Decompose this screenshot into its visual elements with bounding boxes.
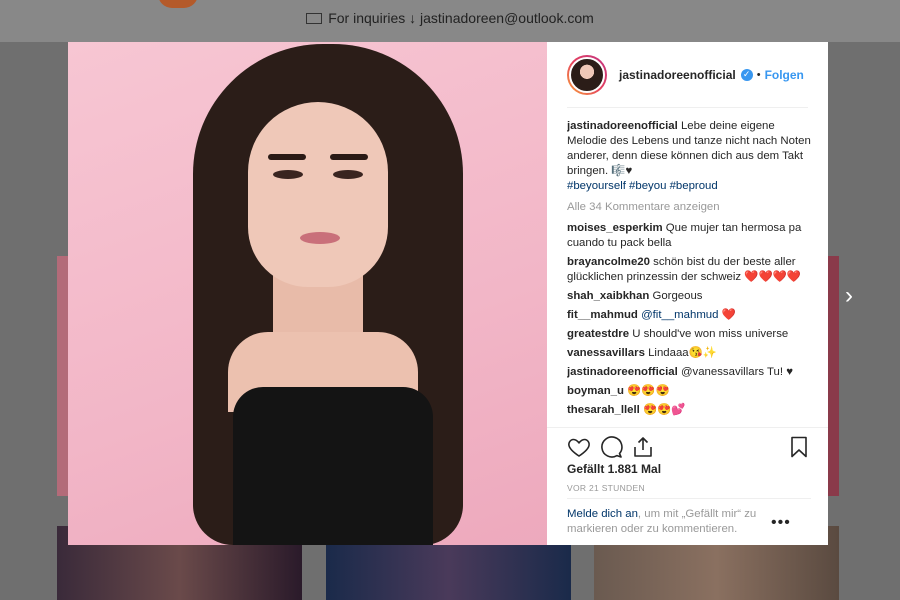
photo-face xyxy=(248,102,388,287)
comment-username[interactable]: vanessavillars xyxy=(567,347,645,359)
background-post-right xyxy=(827,256,839,496)
verified-icon: ✓ xyxy=(740,68,753,81)
comment-username[interactable]: thesarah_llell xyxy=(567,404,640,416)
comments-list[interactable]: jastinadoreenofficial Lebe deine eigene … xyxy=(567,119,811,427)
comment-text: 😍😍😍 xyxy=(627,385,670,397)
inquiry-banner: For inquiries ↓ jastinadoreen@outlook.co… xyxy=(0,10,900,26)
all-comments-link[interactable]: Alle 34 Kommentare anzeigen xyxy=(567,200,811,215)
comment-item: vanessavillars Lindaaa😘✨ xyxy=(567,346,811,361)
like-count[interactable]: Gefällt 1.881 Mal xyxy=(567,462,661,476)
share-icon[interactable] xyxy=(631,435,655,459)
comment-username[interactable]: moises_esperkim xyxy=(567,222,663,234)
comment-username[interactable]: jastinadoreenofficial xyxy=(567,366,678,378)
chevron-right-icon[interactable]: › xyxy=(845,282,867,309)
comment-item: moises_esperkim Que mujer tan hermosa pa… xyxy=(567,221,811,251)
photo-brow xyxy=(330,154,368,160)
avatar[interactable] xyxy=(567,54,607,95)
comment-text: @fit__mahmud ❤️ xyxy=(641,309,736,321)
comment-username[interactable]: boyman_u xyxy=(567,385,624,397)
more-icon[interactable]: ••• xyxy=(771,514,791,532)
post-sidebar: jastinadoreenofficial ✓ • Folgen jastina… xyxy=(547,42,828,545)
action-icons xyxy=(567,435,812,461)
caption-hashtags[interactable]: #beyourself #beyou #beproud xyxy=(567,180,718,192)
post-modal: jastinadoreenofficial ✓ • Folgen jastina… xyxy=(68,42,828,545)
actions-divider xyxy=(547,427,828,428)
avatar-image xyxy=(569,56,605,93)
comment-username[interactable]: shah_xaibkhan xyxy=(567,290,649,302)
comment-item: thesarah_llell 😍😍💕 xyxy=(567,403,811,418)
post-header: jastinadoreenofficial ✓ • Folgen xyxy=(567,42,808,108)
login-prompt: Melde dich an, um mit „Gefällt mir“ zu m… xyxy=(567,507,782,537)
header-separator: • xyxy=(756,68,761,81)
comment-username[interactable]: greatestdre xyxy=(567,328,629,340)
post-timestamp: VOR 21 STUNDEN xyxy=(567,483,645,493)
header-username[interactable]: jastinadoreenofficial xyxy=(619,68,736,82)
photo-eye xyxy=(273,170,303,179)
login-link[interactable]: Melde dich an xyxy=(567,508,638,520)
photo-top xyxy=(233,387,433,545)
comment-item: jastinadoreenofficial @vanessavillars Tu… xyxy=(567,365,811,380)
follow-button[interactable]: Folgen xyxy=(765,68,804,82)
comment-item: greatestdre U should've won miss univers… xyxy=(567,327,811,342)
comment-username[interactable]: brayancolme20 xyxy=(567,256,650,268)
comment-text: @vanessavillars Tu! ♥ xyxy=(680,366,793,378)
comment-text: Gorgeous xyxy=(652,290,703,302)
photo-eye xyxy=(333,170,363,179)
comment-item: fit__mahmud @fit__mahmud ❤️ xyxy=(567,308,811,323)
comment-item: brayancolme20 schön bist du der beste al… xyxy=(567,255,811,285)
heart-icon[interactable] xyxy=(567,435,591,459)
mail-icon xyxy=(306,12,323,24)
comment-icon[interactable] xyxy=(599,435,623,459)
caption-username[interactable]: jastinadoreenofficial xyxy=(567,120,678,132)
photo-brow xyxy=(268,154,306,160)
comment-text: Lindaaa😘✨ xyxy=(648,347,717,359)
bookmark-icon[interactable] xyxy=(787,435,811,459)
comment-item: boyman_u 😍😍😍 xyxy=(567,384,811,399)
caption: jastinadoreenofficial Lebe deine eigene … xyxy=(567,119,811,194)
comment-text: 😍😍💕 xyxy=(642,404,686,416)
comment-text: U should've won miss universe xyxy=(632,328,789,340)
comment-username[interactable]: fit__mahmud xyxy=(567,309,638,321)
post-photo xyxy=(68,42,547,545)
comment-item: shah_xaibkhan Gorgeous xyxy=(567,289,811,304)
login-divider xyxy=(567,498,811,499)
photo-lips xyxy=(300,232,340,244)
inquiry-text: For inquiries ↓ jastinadoreen@outlook.co… xyxy=(328,10,594,26)
